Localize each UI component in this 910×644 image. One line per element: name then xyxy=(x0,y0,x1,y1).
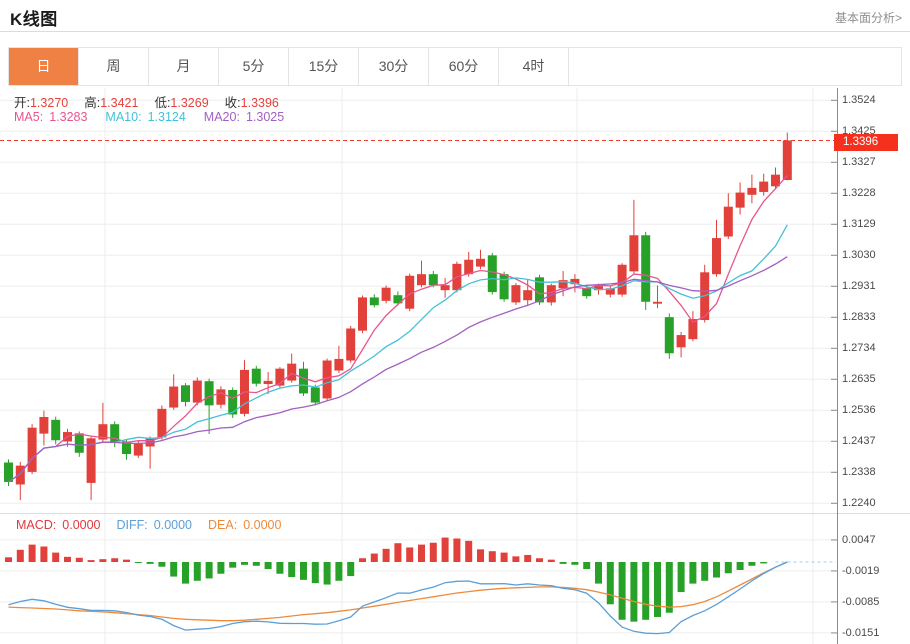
tab-4hour[interactable]: 4时 xyxy=(499,48,569,85)
tab-week[interactable]: 周 xyxy=(79,48,149,85)
tab-15min[interactable]: 15分 xyxy=(289,48,359,85)
ohlc-row-label: 开: xyxy=(14,96,30,110)
price-tick-label: 1.2437 xyxy=(842,434,876,448)
ohlc-readout: 开:1.3270 高:1.3421 低:1.3269 收:1.3396 xyxy=(14,92,295,111)
macd-tick-label: -0.0019 xyxy=(842,564,879,578)
tabbar-filler xyxy=(569,48,901,85)
ohlc-row-value: 1.3421 xyxy=(100,96,138,110)
ma-row-value: 1.3025 xyxy=(246,110,284,124)
tab-60min[interactable]: 60分 xyxy=(429,48,499,85)
price-tick-label: 1.3524 xyxy=(842,93,876,107)
macd-row-label: DEA: xyxy=(208,518,237,532)
price-tick-label: 1.2338 xyxy=(842,465,876,479)
macd-tick-label: -0.0151 xyxy=(842,626,879,640)
price-tick-label: 1.2536 xyxy=(842,403,876,417)
price-tick-label: 1.3327 xyxy=(842,155,876,169)
fundamental-analysis-link[interactable]: 基本面分析> xyxy=(835,9,902,26)
ohlc-row-value: 1.3396 xyxy=(241,96,279,110)
ohlc-row-label: 低: xyxy=(154,96,170,110)
title-divider xyxy=(0,31,910,32)
price-tick-label: 1.2635 xyxy=(842,372,876,386)
page-title: K线图 xyxy=(10,5,58,30)
price-tick-label: 1.3228 xyxy=(842,186,876,200)
current-price-badge: 1.3396 xyxy=(834,134,898,151)
price-tick-label: 1.3129 xyxy=(842,217,876,231)
macd-row-label: DIFF: xyxy=(117,518,148,532)
tab-month[interactable]: 月 xyxy=(149,48,219,85)
macd-row-value: 0.0000 xyxy=(154,518,192,532)
price-tick-label: 1.2931 xyxy=(842,279,876,293)
price-tick-label: 1.2734 xyxy=(842,341,876,355)
ohlc-row-label: 收: xyxy=(225,96,241,110)
tab-day[interactable]: 日 xyxy=(9,48,79,85)
interval-tabbar: 日周月5分15分30分60分4时 xyxy=(8,47,902,86)
macd-tick-label: -0.0085 xyxy=(842,595,879,609)
ohlc-row-label: 高: xyxy=(84,96,100,110)
ma-row-label: MA10: xyxy=(105,110,141,124)
ma-row-label: MA20: xyxy=(204,110,240,124)
macd-row-value: 0.0000 xyxy=(243,518,281,532)
price-tick-label: 1.2833 xyxy=(842,310,876,324)
ma-row-label: MA5: xyxy=(14,110,43,124)
macd-tick-label: 0.0047 xyxy=(842,533,876,547)
ohlc-row-value: 1.3269 xyxy=(170,96,208,110)
tab-5min[interactable]: 5分 xyxy=(219,48,289,85)
price-tick-label: 1.3030 xyxy=(842,248,876,262)
tab-30min[interactable]: 30分 xyxy=(359,48,429,85)
price-tick-label: 1.2240 xyxy=(842,496,876,510)
ma-row-value: 1.3124 xyxy=(148,110,186,124)
ma-readout: MA5: 1.3283 MA10: 1.3124 MA20: 1.3025 xyxy=(14,110,302,124)
ma-row-value: 1.3283 xyxy=(49,110,87,124)
macd-readout: MACD: 0.0000 DIFF: 0.0000 DEA: 0.0000 xyxy=(16,518,297,532)
ohlc-row-value: 1.3270 xyxy=(30,96,68,110)
kline-panel: { "header": { "title": "K线图", "link_labe… xyxy=(0,0,910,644)
macd-row-value: 0.0000 xyxy=(62,518,100,532)
macd-row-label: MACD: xyxy=(16,518,56,532)
candlestick-chart[interactable] xyxy=(0,88,910,644)
